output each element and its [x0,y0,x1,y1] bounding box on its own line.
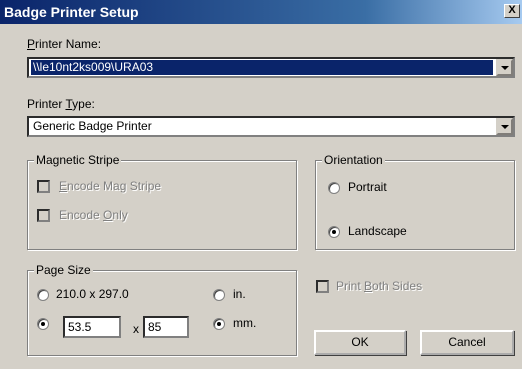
orientation-legend: Orientation [322,153,385,167]
printer-name-label: Printer Name: [27,37,101,51]
print-both-sides-pre: Print [336,279,365,293]
encode-only-accel: O [103,208,113,222]
custom-size-radio[interactable] [37,318,49,330]
unit-in-radio[interactable] [213,289,225,301]
printer-name-label-accel: P [27,37,36,51]
encode-mag-stripe-text: ncode Mag Stripe [67,179,162,193]
print-both-sides-text: oth Sides [372,279,423,293]
preset-size-label: 210.0 x 297.0 [56,287,129,301]
custom-height-input[interactable]: 85 [143,316,189,338]
printer-name-value: \\le10nt2ks009\URA03 [30,59,494,76]
custom-width-input[interactable]: 53.5 [63,316,121,338]
printer-type-label-pre: Printer [27,97,66,111]
printer-type-value: Generic Badge Printer [33,119,152,133]
orientation-group: Orientation [315,153,515,250]
printer-type-label: Printer Type: [27,97,95,111]
encode-mag-stripe-checkbox[interactable] [37,180,50,193]
printer-name-combobox[interactable]: \\le10nt2ks009\URA03 [27,57,515,78]
encode-only-label: Encode Only [59,208,128,222]
encode-only-text: nly [112,208,128,222]
window-title: Badge Printer Setup [4,4,139,20]
landscape-radio[interactable] [328,226,340,238]
printer-type-combobox[interactable]: Generic Badge Printer [27,116,515,137]
print-both-sides-checkbox[interactable] [316,280,329,293]
encode-mag-stripe-label: Encode Mag Stripe [59,179,161,193]
encode-only-checkbox[interactable] [37,209,50,222]
ok-button[interactable]: OK [314,330,406,355]
encode-only-pre: Encode [59,208,104,222]
close-icon[interactable]: X [504,4,520,18]
portrait-radio[interactable] [328,182,340,194]
title-bar: Badge Printer Setup X [0,0,522,24]
portrait-label: Portrait [348,180,387,194]
magnetic-stripe-legend: Magnetic Stripe [34,153,122,167]
chevron-down-icon[interactable] [496,59,513,76]
page-size-group: Page Size [27,263,297,356]
magnetic-stripe-group: Magnetic Stripe [27,153,297,250]
unit-mm-radio[interactable] [213,318,225,330]
page-size-legend: Page Size [34,263,93,277]
printer-type-label-text: ype: [72,97,95,111]
landscape-label: Landscape [348,224,407,238]
cancel-button[interactable]: Cancel [420,330,514,355]
unit-mm-label: mm. [233,316,257,330]
encode-mag-stripe-accel: E [59,179,68,193]
printer-name-label-text: rinter Name: [35,37,102,51]
chevron-down-icon[interactable] [496,118,513,135]
print-both-sides-label: Print Both Sides [336,279,422,293]
preset-size-radio[interactable] [37,289,49,301]
print-both-sides-accel: B [364,279,373,293]
unit-in-label: in. [233,287,246,301]
times-label: x [133,322,139,336]
